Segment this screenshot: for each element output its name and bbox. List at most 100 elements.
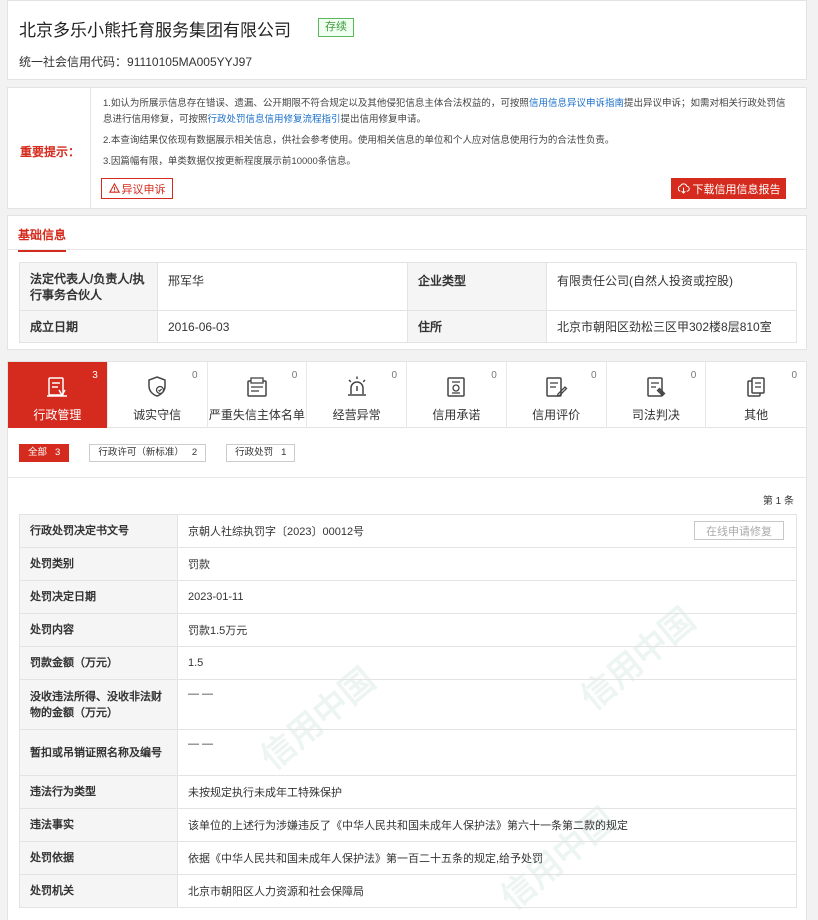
other-doc-icon [747,377,765,397]
category-count: 0 [791,370,797,381]
divider [8,477,806,478]
category-label: 司法判决 [631,408,680,422]
download-report-label: 下载信用信息报告 [692,183,781,196]
category-label: 行政管理 [33,408,82,422]
category-label: 诚实守信 [133,408,182,422]
objection-button-label: 异议申诉 [121,183,166,196]
category-count: 0 [590,370,597,381]
category-label: 其他 [744,408,769,422]
category-count: 0 [291,370,298,381]
company-type-value: 有限责任公司(自然人投资或控股) [546,262,797,311]
table-row: 处罚决定日期 2023-01-11 [19,580,797,614]
address-value: 北京市朝阳区劲松三区甲302楼8层810室 [546,310,797,343]
subtab-admin-penalty[interactable]: 行政处罚 1 [226,444,296,462]
tab-admin-management[interactable]: 行政管理 3 [8,362,108,428]
row-label: 处罚机关 [19,874,178,908]
status-badge: 存续 [318,18,354,37]
basic-info-row: 法定代表人/负责人/执行事务合伙人 邢军华 企业类型 有限责任公司(自然人投资或… [19,262,797,311]
credit-code-line: 统一社会信用代码：91110105MA005YYJ97 [19,53,252,70]
row-value: 1.5 [177,646,797,680]
row-value: — — [177,679,797,730]
credit-records-panel: 信用中国 信用中国 信用中国 行政管理 3 诚实守信 0 严重失信主体名单 0 … [7,361,807,920]
blacklist-icon [247,377,267,397]
basic-info-panel: 基础信息 法定代表人/负责人/执行事务合伙人 邢军华 企业类型 有限责任公司(自… [7,215,807,350]
sub-filter-tabs: 全部 3 行政许可（新标准） 2 行政处罚 1 [19,444,296,462]
company-header: 北京多乐小熊托育服务集团有限公司 存续 统一社会信用代码：91110105MA0… [7,0,807,80]
objection-button[interactable]: 异议申诉 [101,178,173,199]
objection-guide-link[interactable]: 信用信息异议申诉指南 [529,98,624,109]
subtab-count: 1 [281,447,287,458]
row-value: 罚款1.5万元 [177,613,797,647]
section-divider [8,249,806,250]
row-label: 行政处罚决定书文号 [19,514,178,548]
download-report-button[interactable]: 下载信用信息报告 [671,178,786,199]
subtab-count: 3 [55,447,61,458]
admin-doc-icon [47,377,68,397]
online-repair-button[interactable]: 在线申请修复 [694,521,784,540]
row-label: 违法事实 [19,808,178,842]
notice-line-1-text-a: 1.如认为所展示信息存在错误、遗漏、公开期限不符合规定以及其他侵犯信息主体合法权… [103,98,529,109]
table-row: 处罚类别 罚款 [19,547,797,581]
penalty-detail-table: 行政处罚决定书文号 京朝人社综执罚字〔2023〕00012号 在线申请修复 处罚类… [19,514,797,908]
row-value: — — [177,729,797,776]
company-type-label: 企业类型 [407,262,547,311]
subtab-admin-license[interactable]: 行政许可（新标准） 2 [89,444,207,462]
legal-rep-label: 法定代表人/负责人/执行事务合伙人 [19,262,158,311]
credit-code-label: 统一社会信用代码： [19,55,128,69]
notice-label-cell: 重要提示： [8,88,91,208]
category-label: 信用评价 [532,408,581,422]
subtab-label: 行政许可（新标准） [98,447,184,458]
credit-code-value: 91110105MA005YYJ97 [127,55,253,69]
subtab-label: 行政处罚 [235,447,274,458]
row-value: 未按规定执行未成年工特殊保护 [177,775,797,809]
founded-value: 2016-06-03 [157,310,408,343]
table-row: 处罚依据 依据《中华人民共和国未成年人保护法》第一百二十五条的规定,给予处罚 [19,841,797,875]
objection-icon [108,183,120,193]
record-counter: 第 1 条 [762,496,794,507]
row-label: 处罚决定日期 [19,580,178,614]
row-value: 京朝人社综执罚字〔2023〕00012号 [188,526,365,538]
tab-other[interactable]: 其他 0 [706,362,806,428]
row-value: 罚款 [177,547,797,581]
category-count: 0 [491,370,497,381]
notice-line-3: 3.因篇幅有限，单类数据仅按更新程度展示前10000条信息。 [103,156,356,167]
row-value: 北京市朝阳区人力资源和社会保障局 [177,874,797,908]
table-row: 行政处罚决定书文号 京朝人社综执罚字〔2023〕00012号 在线申请修复 [19,514,797,548]
notice-line-1: 1.如认为所展示信息存在错误、遗漏、公开期限不符合规定以及其他侵犯信息主体合法权… [103,96,793,128]
category-count: 0 [191,370,198,381]
subtab-all[interactable]: 全部 3 [19,444,70,462]
category-label: 信用承诺 [432,408,481,422]
company-name: 北京多乐小熊托育服务集团有限公司 [19,21,291,40]
row-label: 处罚内容 [19,613,178,647]
subtab-count: 2 [191,447,198,458]
basic-info-table: 法定代表人/负责人/执行事务合伙人 邢军华 企业类型 有限责任公司(自然人投资或… [19,262,797,343]
subtab-label: 全部 [28,447,48,458]
row-value: 2023-01-11 [177,580,797,614]
alarm-light-icon [347,376,366,396]
tab-judicial-judgment[interactable]: 司法判决 0 [607,362,707,428]
tab-business-abnormal[interactable]: 经营异常 0 [307,362,407,428]
table-row: 罚款金额（万元） 1.5 [19,646,797,680]
tab-serious-dishonesty-list[interactable]: 严重失信主体名单 0 [208,362,308,428]
table-row: 违法行为类型 未按规定执行未成年工特殊保护 [19,775,797,809]
tab-credit-evaluation[interactable]: 信用评价 0 [507,362,607,428]
notice-line-2: 2.本查询结果仅依现有数据展示相关信息，供社会参考使用。使用相关信息的单位和个人… [103,135,615,146]
honesty-shield-icon [148,376,166,397]
tab-honesty[interactable]: 诚实守信 0 [108,362,208,428]
credit-repair-guide-link[interactable]: 行政处罚信息信用修复流程指引 [208,114,341,125]
founded-label: 成立日期 [19,310,158,343]
table-row: 处罚机关 北京市朝阳区人力资源和社会保障局 [19,874,797,908]
notice-body: 1.如认为所展示信息存在错误、遗漏、公开期限不符合规定以及其他侵犯信息主体合法权… [103,96,793,175]
row-value-cell: 京朝人社综执罚字〔2023〕00012号 在线申请修复 [177,514,797,548]
category-count: 3 [92,370,98,381]
row-value: 该单位的上述行为涉嫌违反了《中华人民共和国未成年人保护法》第六十一条第二款的规定 [177,808,797,842]
row-label: 暂扣或吊销证照名称及编号 [19,729,178,776]
row-value: 依据《中华人民共和国未成年人保护法》第一百二十五条的规定,给予处罚 [177,841,797,875]
legal-rep-value: 邢军华 [157,262,408,311]
category-count: 0 [690,370,697,381]
judgment-icon [647,377,666,397]
row-label: 罚款金额（万元） [19,646,178,680]
category-label: 严重失信主体名单 [208,408,305,422]
row-label: 没收违法所得、没收非法财物的金额（万元） [19,679,178,730]
tab-credit-promise[interactable]: 信用承诺 0 [407,362,507,428]
